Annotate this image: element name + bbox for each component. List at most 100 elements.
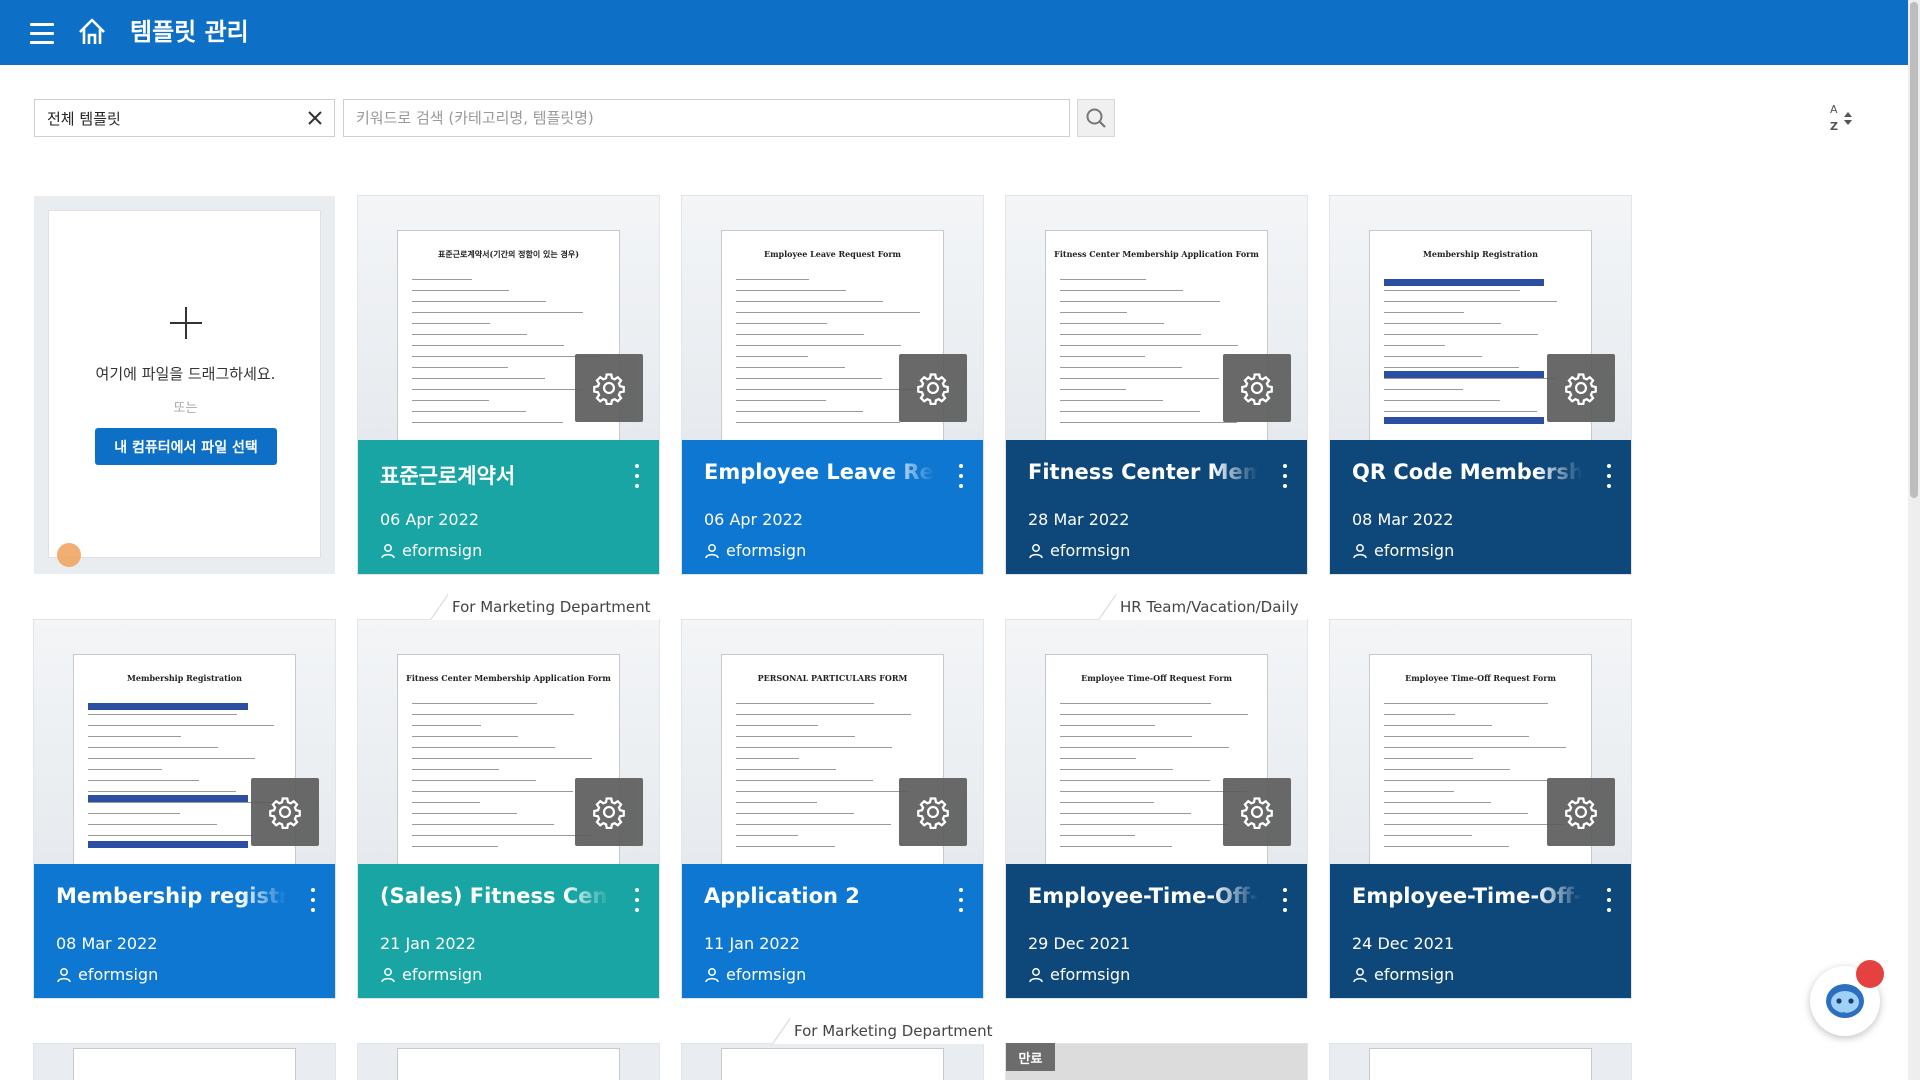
gear-icon (593, 797, 625, 829)
category-select[interactable]: 전체 템플릿 (34, 99, 335, 137)
person-icon (1029, 967, 1043, 982)
more-options-icon[interactable] (1281, 888, 1289, 912)
template-card[interactable]: Employee Time-Off Request Form Employee-… (1006, 620, 1307, 998)
document-line (412, 780, 536, 781)
template-owner: eformsign (1352, 541, 1454, 560)
template-date: 21 Jan 2022 (380, 934, 476, 953)
document-line (412, 378, 545, 379)
search-button[interactable] (1077, 99, 1115, 137)
template-card[interactable]: Employee Leave Request Form Employee Lea… (682, 196, 983, 574)
settings-gear-button[interactable] (1223, 354, 1291, 422)
settings-gear-button[interactable] (251, 778, 319, 846)
template-preview[interactable]: Employee Time-Off Request Form (1006, 620, 1307, 864)
scrollbar[interactable] (1908, 0, 1920, 1080)
more-options-icon[interactable] (957, 888, 965, 912)
person-icon (1353, 967, 1367, 982)
template-card[interactable]: Membership Registration QR Code Membersh… (1330, 196, 1631, 574)
gear-icon (1565, 797, 1597, 829)
settings-gear-button[interactable] (575, 778, 643, 846)
template-card-partial[interactable] (1330, 1044, 1631, 1080)
template-preview[interactable]: Fitness Center Membership Application Fo… (1006, 196, 1307, 440)
search-input[interactable] (343, 99, 1070, 137)
scrollbar-thumb[interactable] (1910, 2, 1918, 498)
settings-gear-button[interactable] (899, 354, 967, 422)
document-section-bar (88, 841, 248, 848)
settings-gear-button[interactable] (1547, 354, 1615, 422)
sort-alphabetical-icon[interactable]: A Z (1826, 100, 1862, 134)
template-card-partial[interactable] (34, 1044, 335, 1080)
document-line (1384, 367, 1519, 368)
template-info[interactable]: Employee Leave Request Form 06 Apr 2022 … (682, 440, 983, 574)
gear-icon (269, 797, 301, 829)
drop-zone[interactable]: 여기에 파일을 드래그하세요. 또는 내 컴퓨터에서 파일 선택 (48, 210, 321, 558)
document-line (1060, 769, 1173, 770)
document-line (1384, 345, 1445, 346)
more-options-icon[interactable] (1281, 464, 1289, 488)
person-icon (381, 967, 395, 982)
template-info[interactable]: Employee-Time-Off-Request 24 Dec 2021 ef… (1330, 864, 1631, 998)
gear-icon (1565, 373, 1597, 405)
upload-card[interactable]: 여기에 파일을 드래그하세요. 또는 내 컴퓨터에서 파일 선택 (34, 196, 335, 574)
template-card[interactable]: Membership Registration Membership regis… (34, 620, 335, 998)
settings-gear-button[interactable] (899, 778, 967, 846)
template-date: 06 Apr 2022 (704, 510, 803, 529)
document-line (736, 367, 845, 368)
document-line (736, 323, 827, 324)
template-preview[interactable]: 표준근로계약서(기간의 정함이 있는 경우) (358, 196, 659, 440)
settings-gear-button[interactable] (1223, 778, 1291, 846)
more-options-icon[interactable] (633, 464, 641, 488)
document-line (1384, 356, 1482, 357)
template-card[interactable]: PERSONAL PARTICULARS FORM Application 2 … (682, 620, 983, 998)
template-preview[interactable]: Fitness Center Membership Application Fo… (358, 620, 659, 864)
more-options-icon[interactable] (1605, 464, 1613, 488)
home-icon[interactable] (76, 16, 108, 48)
template-preview[interactable]: PERSONAL PARTICULARS FORM (682, 620, 983, 864)
template-card[interactable]: 표준근로계약서(기간의 정함이 있는 경우) 표준근로계약서 06 Apr 20… (358, 196, 659, 574)
document-line (1060, 356, 1145, 357)
template-info[interactable]: QR Code Membership Registration 08 Mar 2… (1330, 440, 1631, 574)
more-options-icon[interactable] (1605, 888, 1613, 912)
template-preview[interactable]: Employee Time-Off Request Form (1330, 620, 1631, 864)
document-line (736, 714, 911, 715)
template-card[interactable]: Fitness Center Membership Application Fo… (1006, 196, 1307, 574)
close-icon[interactable] (306, 109, 324, 127)
choose-file-button[interactable]: 내 컴퓨터에서 파일 선택 (95, 428, 277, 465)
document-line (412, 714, 574, 715)
notification-badge (1856, 960, 1884, 988)
template-info[interactable]: Employee-Time-Off-Request 29 Dec 2021 ef… (1006, 864, 1307, 998)
template-card[interactable]: Employee Time-Off Request Form Employee-… (1330, 620, 1631, 998)
template-preview[interactable]: Membership Registration (1330, 196, 1631, 440)
settings-gear-button[interactable] (575, 354, 643, 422)
settings-gear-button[interactable] (1547, 778, 1615, 846)
more-options-icon[interactable] (309, 888, 317, 912)
document-line (1384, 334, 1538, 335)
template-info[interactable]: 표준근로계약서 06 Apr 2022 eformsign (358, 440, 659, 574)
template-info[interactable]: (Sales) Fitness Center Membership 21 Jan… (358, 864, 659, 998)
template-info[interactable]: Fitness Center Membership Application Fo… (1006, 440, 1307, 574)
template-date: 06 Apr 2022 (380, 510, 479, 529)
document-line (736, 791, 910, 792)
document-line (412, 747, 555, 748)
more-options-icon[interactable] (957, 464, 965, 488)
template-card[interactable]: Fitness Center Membership Application Fo… (358, 620, 659, 998)
template-owner: eformsign (704, 965, 806, 984)
template-preview[interactable]: Employee Leave Request Form (682, 196, 983, 440)
more-options-icon[interactable] (633, 888, 641, 912)
document-line (412, 802, 480, 803)
document-line (1384, 378, 1556, 379)
category-tag: HR Team/Vacation/Daily (1098, 594, 1307, 620)
hamburger-menu-icon[interactable] (30, 18, 60, 48)
template-info[interactable]: Application 2 11 Jan 2022 eformsign (682, 864, 983, 998)
owner-name: eformsign (402, 541, 483, 560)
document-line (1060, 747, 1229, 748)
template-card-partial[interactable] (682, 1044, 983, 1080)
owner-name: eformsign (78, 965, 159, 984)
template-preview[interactable]: Membership Registration (34, 620, 335, 864)
template-info[interactable]: Membership registration 08 Mar 2022 efor… (34, 864, 335, 998)
document-line (1060, 736, 1192, 737)
document-line (1060, 714, 1248, 715)
document-section-bar (1384, 417, 1544, 424)
document-line (1060, 758, 1136, 759)
owner-name: eformsign (1050, 965, 1131, 984)
template-card-partial[interactable] (358, 1044, 659, 1080)
